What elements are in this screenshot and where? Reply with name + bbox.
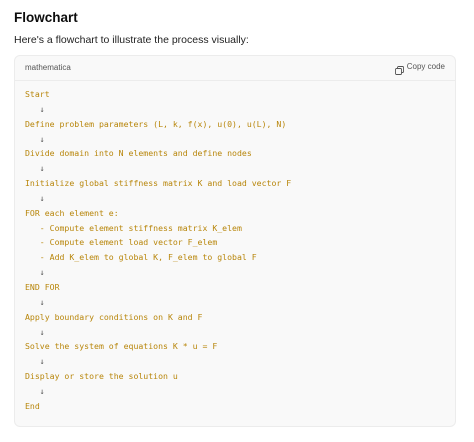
- copy-code-label: Copy code: [406, 62, 445, 71]
- code-line: ↓: [25, 296, 45, 307]
- copy-icon: [394, 62, 404, 75]
- code-line: Start: [25, 89, 50, 99]
- code-line: End: [25, 400, 40, 411]
- code-line: Apply boundary conditions on K and F: [25, 311, 203, 322]
- section-heading: Flowchart: [14, 10, 78, 25]
- code-line: Display or store the solution u: [25, 371, 178, 382]
- code-line: - Add K_elem to global K, F_elem to glob…: [25, 252, 257, 263]
- code-line: ↓: [25, 133, 45, 144]
- code-line: ↓: [25, 103, 45, 114]
- intro-text: Here's a flowchart to illustrate the pro…: [14, 34, 249, 46]
- code-content: Start ↓ Define problem parameters (L, k, …: [25, 87, 445, 414]
- code-block: mathematica Copy code Start ↓ Define prob…: [14, 55, 456, 427]
- code-line: ↓: [25, 163, 45, 174]
- code-line: - Compute element stiffness matrix K_ele…: [25, 222, 242, 233]
- code-line: ↓: [25, 192, 45, 203]
- code-line: ↓: [25, 267, 45, 278]
- code-language-label: mathematica: [25, 63, 71, 72]
- code-line: ↓: [25, 385, 45, 396]
- code-line: ↓: [25, 356, 45, 367]
- code-line: FOR each element e:: [25, 207, 119, 218]
- code-line: ↓: [25, 326, 45, 337]
- code-line: - Compute element load vector F_elem: [25, 237, 218, 248]
- copy-code-button[interactable]: Copy code: [394, 61, 445, 75]
- code-line: Define problem parameters (L, k, f(x), u…: [25, 118, 287, 129]
- code-line: END FOR: [25, 281, 60, 292]
- code-line: Solve the system of equations K * u = F: [25, 341, 218, 352]
- code-line: Divide domain into N elements and define…: [25, 148, 252, 159]
- code-line: Initialize global stiffness matrix K and…: [25, 178, 292, 189]
- code-block-header: mathematica Copy code: [15, 56, 455, 81]
